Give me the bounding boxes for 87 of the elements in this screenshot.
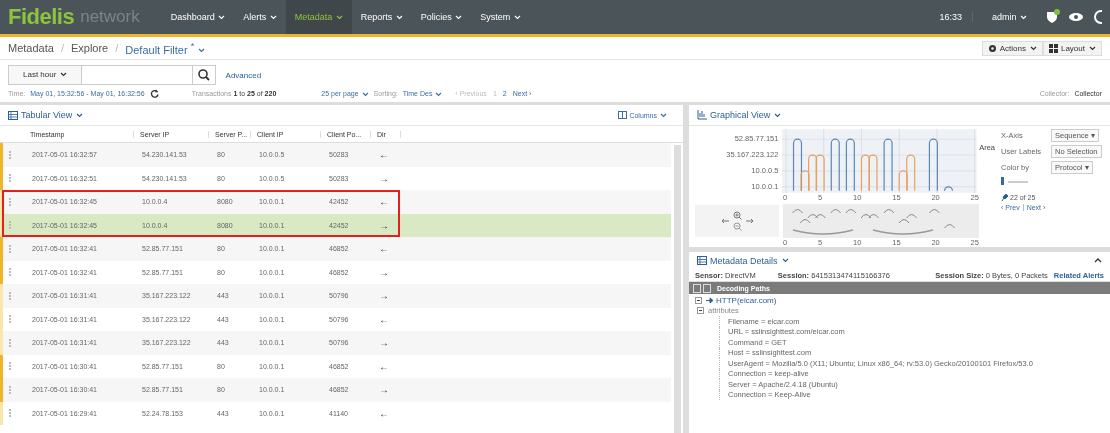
drag-handle-icon[interactable] [9,197,13,206]
eye-icon[interactable] [1068,12,1084,22]
refresh-icon[interactable] [149,89,159,98]
drag-handle-icon[interactable] [9,268,13,277]
caret-icon [455,15,463,21]
scrollbar[interactable] [674,145,681,433]
legend-icon [1001,177,1031,185]
caret-icon [1089,45,1096,51]
caret-icon [395,15,403,21]
caret-icon [781,258,789,263]
chart-icon [697,110,707,120]
drag-handle-icon[interactable] [9,244,13,253]
search-field[interactable]: Last hour [8,65,216,85]
direction-arrow: ← [378,196,390,208]
drag-handle-icon[interactable] [9,362,13,371]
zoom-out-icon[interactable] [732,222,742,231]
breadcrumb-separator: / [115,42,119,54]
drag-handle-icon[interactable] [9,174,13,183]
expand-toggle-icon[interactable] [693,283,701,293]
direction-arrow: ← [378,243,390,255]
drag-handle-icon[interactable] [9,338,13,347]
grid-icon [1048,43,1058,53]
direction-arrow: → [378,219,390,231]
advanced-link[interactable]: Advanced [225,70,262,80]
direction-arrow: ← [378,313,390,325]
caret-icon [335,15,343,21]
nav-menu-item[interactable]: Alerts [234,0,286,34]
breadcrumb-separator: / [60,42,64,54]
layout-button[interactable]: Layout [1042,40,1102,56]
graphical-view-title[interactable]: Graphical View [697,110,782,120]
caret-icon [269,15,277,21]
caret-icon [198,47,206,53]
user-menu[interactable]: admin [983,0,1036,34]
direction-arrow: ← [378,360,390,372]
nav-menu-item[interactable]: Reports [351,0,412,34]
pin-icon [1001,194,1008,201]
drag-handle-icon[interactable] [9,291,13,300]
direction-arrow: → [378,172,390,184]
columns-icon [618,111,628,119]
direction-arrow: → [378,266,390,278]
gear-icon [987,43,997,53]
caret-icon [76,112,84,118]
table-icon [697,256,707,265]
caret-icon [774,112,782,118]
nav-menu-item[interactable]: Metadata [285,0,352,34]
direction-arrow: → [378,290,390,302]
shield-icon[interactable] [1044,9,1060,25]
nav-menu-item[interactable]: Dashboard [161,0,235,34]
direction-arrow: → [378,337,390,349]
right-arrow-icon[interactable] [745,218,754,224]
caret-icon [435,91,443,97]
breadcrumb-link[interactable]: Metadata [8,42,54,54]
power-icon[interactable] [1092,10,1102,24]
drag-handle-icon[interactable] [9,221,13,230]
collapse-toggle-icon[interactable] [703,283,711,293]
filter-selector[interactable]: Default Filter $^{*}$ [125,40,206,56]
breadcrumb-link[interactable]: Explore [70,42,109,54]
protocol-node[interactable]: HTTP(eicar.com) [706,295,777,305]
nav-menu-item[interactable]: Policies [411,0,472,34]
caret-icon [660,112,667,118]
nav-menu-item[interactable]: System [471,0,530,34]
caret-icon [218,15,226,21]
tree-toggle-icon[interactable] [697,307,704,315]
tabular-view-title[interactable]: Tabular View [8,110,84,120]
caret-icon [513,15,521,21]
collapse-icon[interactable] [1094,258,1102,263]
caret-icon [59,72,67,78]
drag-handle-icon[interactable] [9,385,13,394]
left-arrow-icon[interactable] [720,218,729,224]
drag-handle-icon[interactable] [9,150,13,159]
metadata-details-title[interactable]: Metadata Details [697,255,789,266]
zoom-in-icon[interactable] [732,211,742,220]
tree-toggle-icon[interactable] [695,296,702,304]
actions-button[interactable]: Actions [981,40,1043,56]
app-logo[interactable]: Fidelis [8,4,75,30]
drag-handle-icon[interactable] [9,409,13,418]
direction-arrow: ← [378,149,390,161]
direction-arrow: ← [378,407,390,419]
drag-handle-icon[interactable] [9,315,13,324]
clock-time: 16:33 [939,12,973,22]
direction-arrow: → [378,384,390,396]
caret-icon [361,91,369,97]
table-icon [8,110,18,120]
caret-icon [1020,15,1027,21]
arrow-icon [706,296,714,304]
time-range-dropdown[interactable]: Last hour [9,66,82,84]
caret-icon [1029,45,1037,51]
